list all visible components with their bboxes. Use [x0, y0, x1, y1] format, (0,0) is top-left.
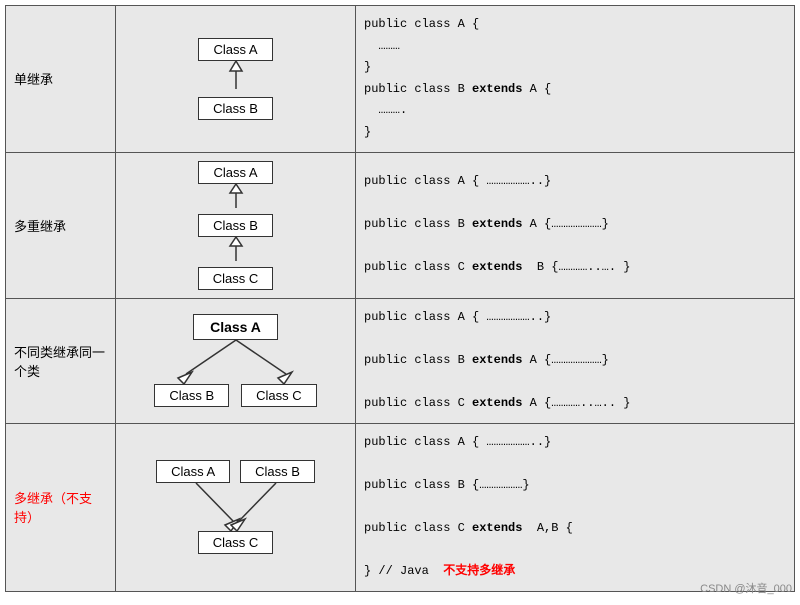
class-box-a3: Class A: [193, 314, 278, 340]
class-box-b: Class B: [198, 97, 273, 120]
label-single-inherit: 单继承: [6, 6, 116, 153]
class-box-c4: Class C: [198, 531, 274, 554]
watermark: CSDN @沐音_000: [700, 580, 792, 596]
diagram-no-multi: Class A Class B Class C: [116, 423, 356, 591]
class-box-a: Class A: [198, 38, 272, 61]
code-single-inherit: public class A { ……… } public class B ex…: [356, 6, 795, 153]
arrow-up-multi1: [226, 184, 246, 214]
table-row: 多继承（不支持） Class A Class B Class C: [6, 423, 795, 591]
code-no-multi: public class A { ………………..} public class …: [356, 423, 795, 591]
arrow-up-multi2: [226, 237, 246, 267]
class-box-b4: Class B: [240, 460, 315, 483]
label-red-text: 多继承（不支持）: [14, 491, 92, 525]
arrow-fork: [156, 340, 316, 384]
code-line: public class B extends A {…………………}: [364, 214, 786, 236]
arrow-up-single: [226, 61, 246, 97]
table-row: 不同类继承同一个类 Class A Class B Class C: [6, 298, 795, 423]
label-multi-inherit: 多重继承: [6, 152, 116, 298]
code-line: public class B extends A {…………………}: [364, 350, 786, 372]
code-line: public class B {………………}: [364, 475, 786, 497]
keyword-extends: extends: [472, 260, 522, 274]
code-line: [364, 371, 786, 393]
no-multi-warning: 不支持多继承: [443, 564, 515, 578]
code-line: }: [364, 57, 786, 79]
class-box-a2: Class A: [198, 161, 272, 184]
code-line: ……….: [364, 100, 786, 122]
code-line: [364, 540, 786, 562]
code-line: [364, 236, 786, 258]
diagram-single-inherit: Class A Class B: [116, 6, 356, 153]
code-line: public class C extends B {…………..…. }: [364, 257, 786, 279]
class-box-a4: Class A: [156, 460, 230, 483]
code-line: public class C extends A,B {: [364, 518, 786, 540]
code-line: [364, 496, 786, 518]
code-line: public class A { ………………..}: [364, 307, 786, 329]
code-diff-inherit: public class A { ………………..} public class …: [356, 298, 795, 423]
keyword-extends: extends: [472, 82, 522, 96]
code-line: [364, 453, 786, 475]
keyword-extends: extends: [472, 217, 522, 231]
table-row: 多重继承 Class A Class B Class C public clas…: [6, 152, 795, 298]
class-box-c2: Class C: [198, 267, 274, 290]
inheritance-table: 单继承 Class A Class B public class A { …………: [5, 5, 795, 592]
class-box-c3: Class C: [241, 384, 317, 407]
code-line: ………: [364, 36, 786, 58]
arrow-merge: [151, 483, 321, 531]
class-box-b3: Class B: [154, 384, 229, 407]
diagram-multi-inherit: Class A Class B Class C: [116, 152, 356, 298]
class-box-b2: Class B: [198, 214, 273, 237]
keyword-extends: extends: [472, 396, 522, 410]
code-line: public class A { ………………..}: [364, 432, 786, 454]
code-line: [364, 193, 786, 215]
code-line: [364, 328, 786, 350]
code-line: }: [364, 122, 786, 144]
code-line: public class A { ………………..}: [364, 171, 786, 193]
code-line: public class B extends A {: [364, 79, 786, 101]
label-no-multi: 多继承（不支持）: [6, 423, 116, 591]
keyword-extends: extends: [472, 353, 522, 367]
diagram-diff-inherit: Class A Class B Class C: [116, 298, 356, 423]
code-multi-inherit: public class A { ………………..} public class …: [356, 152, 795, 298]
label-diff-inherit: 不同类继承同一个类: [6, 298, 116, 423]
table-row: 单继承 Class A Class B public class A { …………: [6, 6, 795, 153]
code-line: public class A {: [364, 14, 786, 36]
code-line: public class C extends A {…………..….. }: [364, 393, 786, 415]
keyword-extends: extends: [472, 521, 522, 535]
